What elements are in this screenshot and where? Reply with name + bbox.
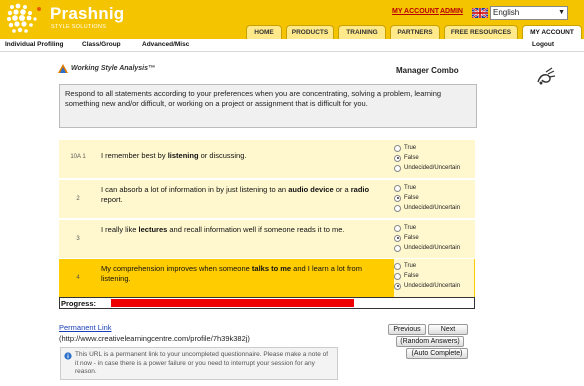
brand-tagline: STYLE SOLUTIONS	[51, 24, 107, 30]
auto-complete-button[interactable]: (Auto Complete)	[406, 348, 468, 359]
option-label: Undecided/Uncertain	[404, 283, 461, 289]
permanent-link-note: This URL is a permanent link to your unc…	[60, 347, 338, 380]
tab-training[interactable]: TRAINING	[338, 25, 386, 39]
answer-options: True False Undecided/Uncertain	[394, 183, 474, 213]
question-text: I can absorb a lot of information in by …	[101, 185, 370, 204]
radio-button[interactable]	[394, 244, 401, 252]
radio-button[interactable]	[394, 272, 401, 280]
option-label: False	[404, 273, 419, 279]
option-label: Undecided/Uncertain	[404, 205, 461, 211]
wsa-logo-icon	[58, 64, 68, 73]
language-select[interactable]: English ▼	[490, 6, 568, 20]
radio-button[interactable]	[394, 262, 401, 270]
uk-flag-icon	[472, 8, 488, 18]
option-label: False	[404, 235, 419, 241]
chevron-down-icon: ▼	[558, 9, 565, 16]
radio-button[interactable]	[394, 224, 401, 232]
radio-button[interactable]	[394, 154, 401, 162]
answer-option[interactable]: Undecided/Uncertain	[394, 163, 474, 173]
wsa-product-logo: Working Style Analysis™	[58, 63, 168, 77]
question-row: 2 I can absorb a lot of information in by…	[59, 180, 475, 218]
brand-name: Prashnig	[50, 4, 125, 23]
answer-option[interactable]: False	[394, 233, 474, 243]
option-label: Undecided/Uncertain	[404, 245, 461, 251]
answer-option[interactable]: True	[394, 261, 474, 271]
progress-label: Progress:	[61, 299, 97, 308]
tab-my-account[interactable]: MY ACCOUNT	[522, 25, 582, 39]
admin-link[interactable]: ADMIN	[440, 8, 463, 15]
option-label: False	[404, 155, 419, 161]
option-label: True	[404, 185, 417, 191]
option-label: True	[404, 145, 417, 151]
radio-button[interactable]	[394, 234, 401, 242]
my-account-link[interactable]: MY ACCOUNT	[392, 8, 445, 15]
answer-option[interactable]: True	[394, 143, 474, 153]
radio-button[interactable]	[394, 282, 401, 290]
answer-option[interactable]: Undecided/Uncertain	[394, 243, 474, 253]
tab-partners[interactable]: PARTNERS	[390, 25, 440, 39]
next-button[interactable]: Next	[428, 324, 468, 335]
radio-button[interactable]	[394, 184, 401, 192]
option-label: Undecided/Uncertain	[404, 165, 461, 171]
logout-link[interactable]: Logout	[532, 41, 554, 48]
brand-logo[interactable]: Prashnig STYLE SOLUTIONS	[6, 3, 166, 35]
answer-options: True False Undecided/Uncertain	[394, 223, 474, 253]
tab-free-resources[interactable]: FREE RESOURCES	[444, 25, 518, 39]
question-number: 3	[76, 236, 80, 242]
subnav-individual-profiling[interactable]: Individual Profiling	[5, 41, 64, 48]
previous-button[interactable]: Previous	[388, 324, 426, 335]
permanent-link[interactable]: Permanent Link	[59, 323, 112, 332]
answer-option[interactable]: Undecided/Uncertain	[394, 203, 474, 213]
radio-button[interactable]	[394, 144, 401, 152]
progress-bar: Progress:	[59, 297, 475, 309]
subnav-class-group[interactable]: Class/Group	[82, 41, 121, 48]
option-label: False	[404, 195, 419, 201]
progress-fill	[111, 299, 354, 307]
question-number: 10A 1	[70, 154, 86, 160]
page-title: Manager Combo	[396, 66, 459, 75]
tab-products[interactable]: PRODUCTS	[286, 25, 334, 39]
option-label: True	[404, 225, 417, 231]
question-number: 2	[76, 196, 80, 202]
logo-dots-icon	[7, 3, 41, 33]
answer-options: True False Undecided/Uncertain	[394, 259, 474, 297]
question-text: My comprehension improves when someone t…	[101, 264, 362, 283]
site-header: Prashnig STYLE SOLUTIONS MY ACCOUNT ADMI…	[0, 0, 584, 39]
answer-options: True False Undecided/Uncertain	[394, 143, 474, 173]
answer-option[interactable]: True	[394, 223, 474, 233]
answer-option[interactable]: True	[394, 183, 474, 193]
question-text: I remember best by listening or discussi…	[101, 151, 247, 160]
question-number: 4	[76, 275, 80, 281]
radio-button[interactable]	[394, 164, 401, 172]
instructions-box: Respond to all statements according to y…	[59, 84, 477, 128]
random-answers-button[interactable]: (Random Answers)	[396, 336, 464, 347]
sub-navigation: Individual Profiling Class/Group Advance…	[0, 39, 584, 52]
info-icon	[64, 352, 72, 360]
answer-option[interactable]: Undecided/Uncertain	[394, 281, 474, 291]
question-text: I really like lectures and recall inform…	[101, 225, 345, 234]
wsa-product-name: Working Style Analysis™	[71, 65, 156, 72]
permanent-url: (http://www.creativelearningcentre.com/p…	[59, 334, 250, 343]
answer-option[interactable]: False	[394, 153, 474, 163]
question-row: 10A 1 I remember best by listening or dis…	[59, 140, 475, 178]
question-row: 3 I really like lectures and recall infor…	[59, 220, 475, 258]
hand-writing-icon	[537, 67, 556, 85]
answer-option[interactable]: False	[394, 271, 474, 281]
subnav-advanced-misc[interactable]: Advanced/Misc	[142, 41, 189, 48]
question-row: 4 My comprehension improves when someone …	[59, 259, 475, 297]
tab-home[interactable]: HOME	[246, 25, 282, 39]
radio-button[interactable]	[394, 194, 401, 202]
option-label: True	[404, 263, 417, 269]
answer-option[interactable]: False	[394, 193, 474, 203]
radio-button[interactable]	[394, 204, 401, 212]
